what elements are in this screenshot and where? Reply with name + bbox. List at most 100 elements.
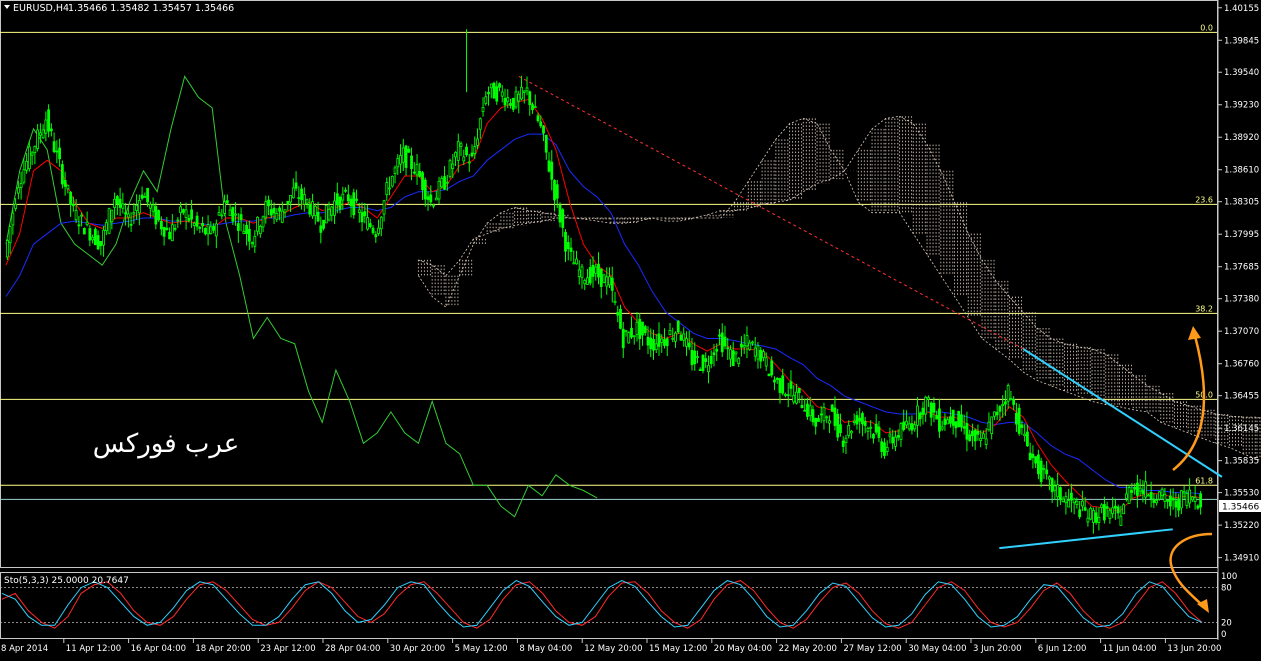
- price-tick-label: 1.35835: [1224, 457, 1259, 467]
- candle-body: [349, 198, 353, 207]
- candle-body: [148, 204, 152, 209]
- trading-chart-window[interactable]: 0.0 23.6 38.2 50.0 61.8 1.40155 1.39845 1.3954…: [0, 0, 1261, 657]
- candle-body: [44, 119, 48, 134]
- candle-body: [539, 121, 543, 127]
- candle-body: [1171, 497, 1175, 501]
- candle-body: [748, 342, 752, 351]
- candle-body: [1006, 384, 1010, 402]
- candle-body: [715, 348, 719, 352]
- candle-body: [971, 430, 974, 437]
- candle-body: [731, 350, 735, 367]
- candle-body: [60, 164, 64, 185]
- candle-body: [363, 211, 367, 217]
- candle-body: [1166, 499, 1170, 502]
- candle-body: [368, 223, 372, 228]
- candle-body: [1146, 494, 1150, 497]
- candle-body: [520, 86, 523, 100]
- candle-body: [25, 161, 29, 171]
- candle-body: [5, 240, 9, 258]
- candle-body: [159, 220, 163, 230]
- candle-body: [1130, 490, 1134, 493]
- candle-body: [580, 266, 584, 278]
- current-price-tag: 1.35466: [1219, 500, 1261, 513]
- candle-body: [916, 405, 919, 426]
- candle-body: [976, 431, 980, 435]
- candle-body: [993, 411, 996, 417]
- candle-body: [531, 104, 534, 111]
- candle-body: [850, 430, 853, 434]
- candle-body: [113, 198, 117, 208]
- candle-body: [225, 200, 229, 204]
- candle-body: [1020, 424, 1024, 428]
- time-tick-label: 6 Jun 12:00: [1038, 644, 1087, 654]
- time-tick-label: 20 May 04:00: [714, 644, 772, 654]
- candle-body: [1009, 398, 1013, 401]
- candle-body: [432, 204, 435, 207]
- price-tick-label: 1.40155: [1224, 4, 1259, 14]
- candle-body: [1034, 456, 1038, 464]
- candle-body: [905, 420, 908, 426]
- candle-body: [1185, 493, 1189, 506]
- candle-body: [1152, 498, 1156, 503]
- candle-body: [286, 200, 290, 205]
- candle-body: [759, 349, 763, 362]
- stochastic-tick-label: 80: [1221, 584, 1232, 594]
- candle-body: [621, 328, 625, 349]
- candle-body: [869, 426, 873, 429]
- candle-body: [448, 160, 452, 177]
- candle-body: [33, 145, 37, 154]
- candle-body: [264, 201, 268, 218]
- candle-body: [236, 223, 240, 231]
- candle-body: [289, 195, 292, 203]
- candle-body: [165, 227, 169, 230]
- candle-body: [1083, 507, 1087, 511]
- candle-body: [998, 406, 1002, 412]
- candle-body: [201, 222, 204, 227]
- candle-body: [313, 205, 317, 216]
- candle-body: [30, 152, 34, 156]
- candle-body: [1001, 403, 1005, 406]
- candle-body: [630, 327, 633, 338]
- candle-body: [47, 109, 51, 132]
- candle-body: [121, 203, 125, 209]
- candle-body: [401, 147, 405, 163]
- candle-body: [1053, 485, 1057, 491]
- candle-body: [1182, 491, 1186, 494]
- candle-body: [481, 107, 485, 112]
- candle-body: [841, 440, 845, 447]
- fib-level-label: 0.0: [1200, 23, 1213, 32]
- time-tick-label: 22 May 20:00: [779, 644, 837, 654]
- candle-body: [220, 214, 224, 217]
- candle-body: [445, 181, 449, 184]
- candle-body: [41, 129, 45, 139]
- candle-body: [564, 231, 567, 252]
- candle-body: [902, 421, 906, 431]
- candle-body: [195, 215, 199, 227]
- candle-body: [555, 184, 559, 199]
- candle-body: [643, 326, 647, 334]
- candle-body: [492, 82, 496, 99]
- candle-body: [250, 242, 254, 245]
- candle-body: [69, 191, 73, 205]
- candle-body: [459, 143, 463, 147]
- candle-body: [828, 420, 831, 424]
- candle-body: [355, 198, 358, 201]
- candle-body: [476, 138, 479, 146]
- candle-body: [280, 210, 284, 223]
- candle-body: [253, 235, 257, 247]
- candle-body: [399, 155, 402, 165]
- time-tick-label: 11 Jun 04:00: [1103, 644, 1157, 654]
- candle-body: [822, 407, 826, 422]
- candle-body: [668, 329, 672, 336]
- candle-body: [745, 335, 749, 347]
- candle-body: [1190, 496, 1194, 501]
- candle-body: [577, 269, 581, 277]
- candle-body: [1133, 486, 1137, 490]
- candle-body: [965, 423, 969, 440]
- price-tick-label: 1.39845: [1224, 36, 1259, 46]
- candle-body: [575, 258, 578, 265]
- candle-body: [949, 416, 952, 424]
- chart-canvas[interactable]: 0.023.638.250.061.8 1.401551.398451.3954…: [0, 0, 1261, 657]
- candle-body: [77, 224, 81, 227]
- candle-body: [115, 196, 119, 205]
